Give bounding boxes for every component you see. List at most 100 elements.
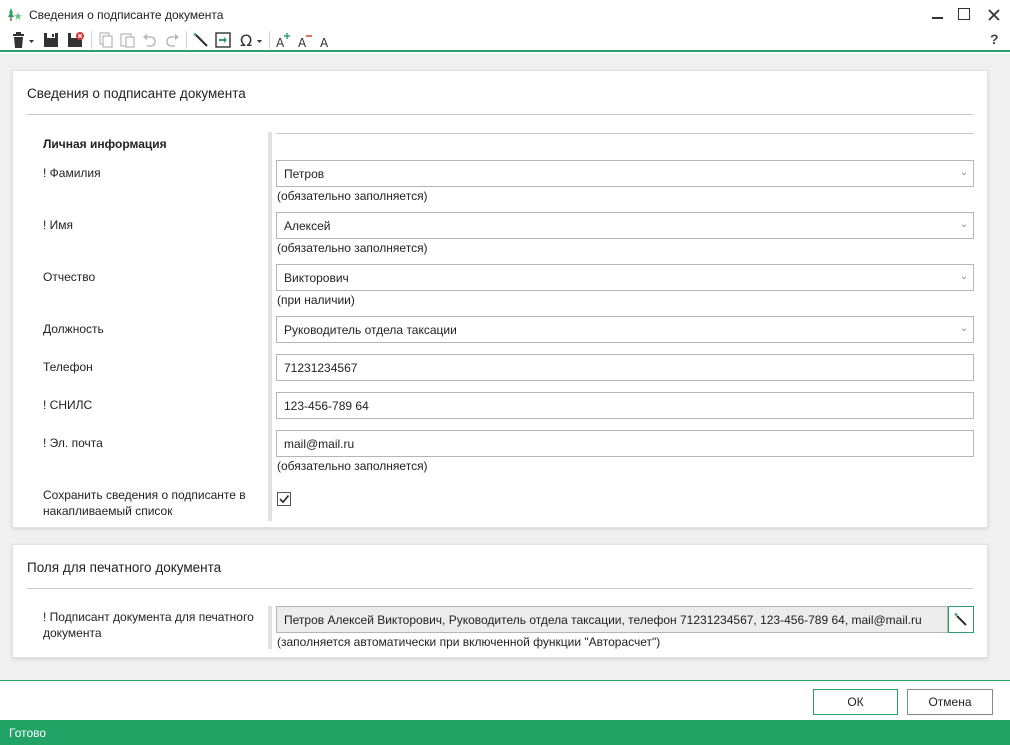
column-divider: [268, 132, 272, 521]
paste-button[interactable]: [118, 29, 138, 51]
email-label: ! Эл. почта: [43, 436, 103, 450]
panel-title: Сведения о подписанте документа: [27, 86, 246, 101]
position-value: Руководитель отдела таксации: [284, 323, 457, 337]
toolbar-separator: [269, 31, 270, 49]
ok-button[interactable]: ОК: [813, 689, 898, 715]
divider: [276, 133, 974, 134]
signer-value: Петров Алексей Викторович, Руководитель …: [284, 613, 922, 627]
middle-name-value: Викторович: [284, 271, 349, 285]
magic-wand-icon: [953, 612, 967, 626]
panel-title: Поля для печатного документа: [27, 560, 222, 575]
print-fields-panel: Поля для печатного документа ! Подписант…: [12, 544, 988, 658]
maximize-button[interactable]: [953, 5, 975, 25]
position-label: Должность: [43, 322, 104, 336]
signer-label-line1: ! Подписант документа для печатного: [43, 610, 254, 624]
last-name-hint: (обязательно заполняется): [277, 189, 428, 203]
trash-dropdown-icon: [13, 32, 34, 48]
divider: [27, 588, 973, 589]
save-to-list-label: Сохранить сведения о подписанте в накапл…: [43, 487, 246, 519]
font-decrease-button[interactable]: A: [296, 29, 316, 51]
toolbar-separator: [91, 31, 92, 49]
omega-dropdown-icon: Ω: [240, 31, 262, 50]
status-bar: Готово: [0, 720, 1010, 745]
last-name-label: ! Фамилия: [43, 166, 101, 180]
magic-wand-icon: [192, 32, 208, 47]
insert-icon: [215, 32, 231, 48]
signer-info-panel: Сведения о подписанте документа Личная и…: [12, 70, 988, 528]
maximize-icon: [958, 8, 970, 20]
toolbar: Ω A A A ?: [0, 28, 1010, 52]
window-title: Сведения о подписанте документа: [29, 8, 224, 22]
save-to-list-checkbox[interactable]: [277, 492, 291, 506]
svg-text:A: A: [276, 36, 285, 50]
special-char-button[interactable]: Ω: [238, 29, 266, 51]
font-reset-button[interactable]: A: [318, 29, 338, 51]
signer-hint: (заполняется автоматически при включенно…: [277, 635, 661, 649]
first-name-value: Алексей: [284, 219, 331, 233]
toolbar-separator: [186, 31, 187, 49]
save-to-list-label-line2: накапливаемый список: [43, 504, 173, 518]
minimize-icon: [931, 17, 943, 19]
middle-name-field[interactable]: Викторович ⌄: [276, 264, 974, 291]
signer-field: Петров Алексей Викторович, Руководитель …: [276, 606, 948, 633]
help-button[interactable]: ?: [990, 31, 999, 47]
chevron-down-icon[interactable]: ⌄: [960, 323, 968, 334]
paste-icon: [120, 33, 135, 48]
cancel-button[interactable]: Отмена: [907, 689, 993, 715]
first-name-field[interactable]: Алексей ⌄: [276, 212, 974, 239]
signer-label-line2: документа: [43, 626, 102, 640]
snils-label: ! СНИЛС: [43, 398, 93, 412]
first-name-label: ! Имя: [43, 218, 74, 232]
undo-icon: [143, 33, 156, 47]
email-field[interactable]: mail@mail.ru: [276, 430, 974, 457]
redo-button[interactable]: [162, 29, 182, 51]
svg-text:A: A: [298, 36, 307, 50]
phone-label: Телефон: [43, 360, 93, 374]
snils-field[interactable]: 123-456-789 64: [276, 392, 974, 419]
undo-button[interactable]: [140, 29, 160, 51]
font-increase-button[interactable]: A: [274, 29, 294, 51]
chevron-down-icon[interactable]: ⌄: [960, 219, 968, 230]
dialog-footer: ОК Отмена: [0, 680, 1010, 720]
snils-value: 123-456-789 64: [284, 399, 369, 413]
save-and-close-button[interactable]: [66, 29, 86, 51]
save-close-icon: [68, 32, 84, 47]
delete-button[interactable]: [9, 29, 37, 51]
close-icon: [988, 9, 1000, 21]
font-decrease-icon: A: [298, 35, 312, 50]
position-field[interactable]: Руководитель отдела таксации ⌄: [276, 316, 974, 343]
autofill-button[interactable]: [191, 29, 211, 51]
app-logo-icon: [6, 7, 24, 23]
save-icon: [44, 33, 58, 47]
divider: [27, 114, 973, 115]
font-increase-icon: A: [276, 33, 290, 50]
last-name-field[interactable]: Петров ⌄: [276, 160, 974, 187]
last-name-value: Петров: [284, 167, 325, 181]
middle-name-hint: (при наличии): [277, 293, 355, 307]
email-hint: (обязательно заполняется): [277, 459, 428, 473]
save-button[interactable]: [41, 29, 61, 51]
checkmark-icon: [279, 494, 290, 504]
phone-field[interactable]: 71231234567: [276, 354, 974, 381]
minimize-button[interactable]: [926, 5, 948, 25]
content-area: Сведения о подписанте документа Личная и…: [0, 54, 1010, 680]
chevron-down-icon[interactable]: ⌄: [960, 167, 968, 178]
chevron-down-icon[interactable]: ⌄: [960, 271, 968, 282]
font-reset-icon: A: [320, 36, 329, 50]
middle-name-label: Отчество: [43, 270, 96, 284]
email-value: mail@mail.ru: [284, 437, 355, 451]
save-to-list-label-line1: Сохранить сведения о подписанте в: [43, 488, 246, 502]
phone-value: 71231234567: [284, 361, 358, 375]
copy-button[interactable]: [96, 29, 116, 51]
signer-label: ! Подписант документа для печатного доку…: [43, 609, 254, 641]
copy-icon: [99, 32, 113, 48]
section-label: Личная информация: [43, 137, 167, 151]
title-bar: Сведения о подписанте документа: [0, 0, 1010, 30]
close-button[interactable]: [983, 5, 1005, 25]
first-name-hint: (обязательно заполняется): [277, 241, 428, 255]
insert-button[interactable]: [213, 29, 233, 51]
autofill-signer-button[interactable]: [948, 606, 974, 633]
redo-icon: [166, 33, 179, 47]
svg-text:Ω: Ω: [240, 31, 252, 50]
column-divider: [268, 606, 272, 649]
